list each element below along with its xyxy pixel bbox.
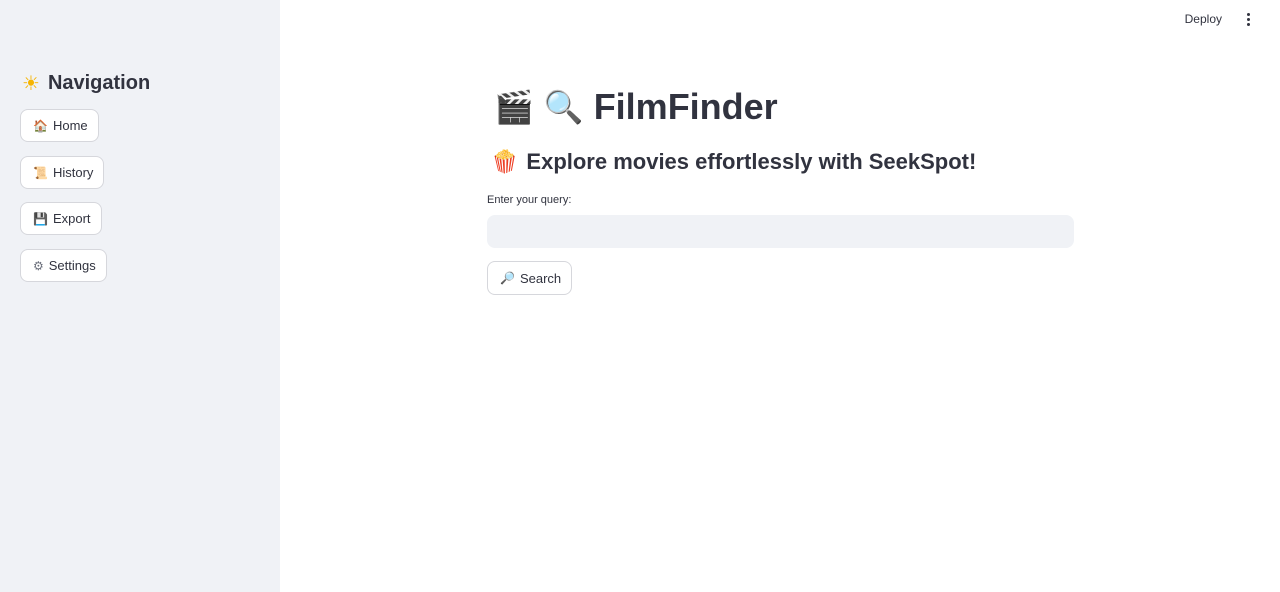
- gear-icon: ⚙: [33, 258, 44, 273]
- page-subtitle-text: Explore movies effortlessly with SeekSpo…: [526, 149, 977, 174]
- search-button-label: Search: [519, 270, 562, 286]
- sidebar: ☀ Navigation 🏠 Home 📜 History 💾 Export ⚙…: [0, 0, 280, 592]
- page-title-text: FilmFinder: [593, 86, 778, 127]
- house-icon: 🏠: [33, 118, 48, 133]
- search-button[interactable]: 🔎 Search: [487, 261, 573, 295]
- clapper-board-icon: 🎬: [494, 88, 534, 126]
- query-input[interactable]: [487, 215, 1074, 248]
- sidebar-item-label: Export: [52, 211, 91, 226]
- page-title: 🎬 🔍 FilmFinder: [494, 86, 778, 128]
- sidebar-item-label: History: [52, 165, 94, 180]
- query-label: Enter your query:: [487, 194, 572, 206]
- sidebar-item-settings[interactable]: ⚙ Settings: [20, 249, 107, 282]
- page-subtitle: 🍿 Explore movies effortlessly with SeekS…: [491, 149, 976, 175]
- sidebar-item-home[interactable]: 🏠 Home: [20, 109, 99, 142]
- app: ☀ Navigation 🏠 Home 📜 History 💾 Export ⚙…: [0, 0, 1280, 592]
- popcorn-icon: 🍿: [491, 149, 519, 175]
- sidebar-title: ☀ Navigation: [22, 71, 150, 95]
- sidebar-item-label: Home: [52, 118, 88, 133]
- sidebar-item-export[interactable]: 💾 Export: [20, 202, 102, 235]
- magnifying-glass-icon: 🔍: [543, 88, 584, 126]
- sidebar-item-history[interactable]: 📜 History: [20, 156, 105, 189]
- sidebar-title-text: Navigation: [47, 71, 151, 94]
- scroll-icon: 📜: [33, 165, 48, 180]
- more-vertical-icon[interactable]: [1244, 13, 1254, 27]
- sun-icon: ☀: [22, 71, 40, 95]
- floppy-disk-icon: 💾: [33, 211, 48, 226]
- deploy-button[interactable]: Deploy: [1185, 12, 1222, 26]
- sidebar-item-label: Settings: [48, 258, 96, 273]
- search-icon: 🔎: [500, 271, 515, 285]
